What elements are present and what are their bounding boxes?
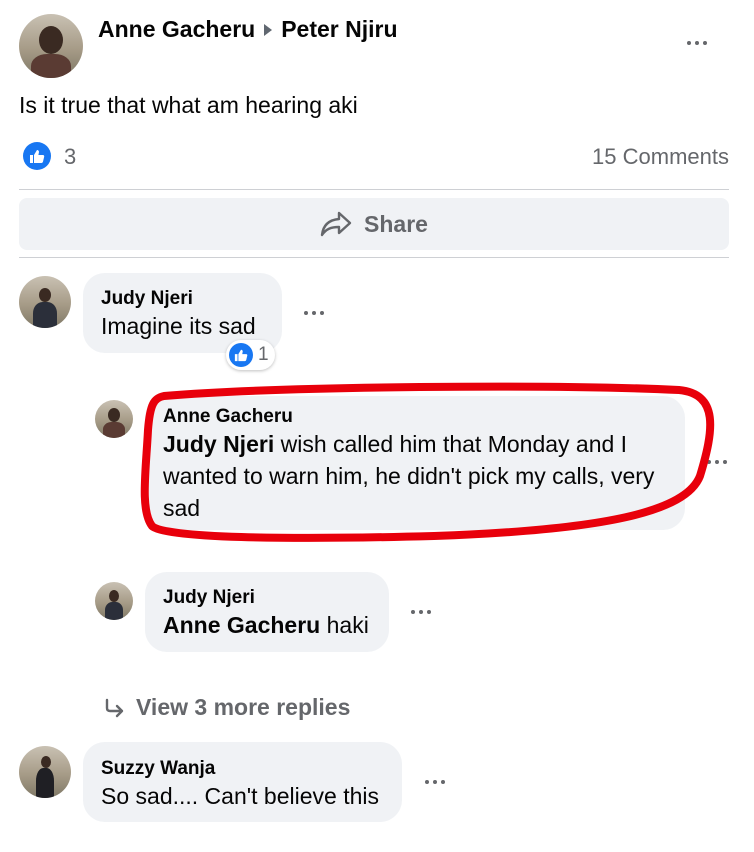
comment-reaction-count: 1	[258, 344, 269, 365]
highlight-circle	[140, 382, 715, 542]
post-more-options-icon[interactable]	[687, 41, 707, 45]
mention-link[interactable]: Anne Gacheru	[163, 612, 320, 638]
comment-author[interactable]: Judy Njeri	[101, 288, 193, 310]
reply-more-options-icon[interactable]	[411, 610, 431, 614]
comment-author[interactable]: Suzzy Wanja	[101, 758, 215, 780]
like-reaction-icon	[229, 343, 253, 367]
reply-body: haki	[320, 612, 369, 638]
post-author-name[interactable]: Anne Gacheru	[98, 16, 255, 43]
like-reaction-icon[interactable]	[23, 142, 51, 170]
share-icon	[320, 211, 352, 237]
view-more-replies-label: View 3 more replies	[136, 694, 351, 720]
post-recipient-name[interactable]: Peter Njiru	[281, 16, 397, 43]
reply-text: Anne Gacheru haki	[163, 609, 369, 641]
post-header: Anne Gacheru Peter Njiru	[98, 16, 398, 43]
share-button[interactable]: Share	[19, 198, 729, 250]
share-label: Share	[364, 210, 428, 237]
comment-avatar[interactable]	[19, 746, 71, 798]
comment-text: So sad.... Can't believe this	[101, 783, 379, 809]
like-count[interactable]: 3	[64, 144, 76, 170]
reply-avatar[interactable]	[95, 582, 133, 620]
caret-right-icon	[264, 23, 273, 36]
comment-avatar[interactable]	[19, 276, 71, 328]
divider	[19, 189, 729, 190]
comment-more-options-icon[interactable]	[425, 780, 445, 784]
divider	[19, 257, 729, 258]
view-more-replies-link[interactable]: View 3 more replies	[104, 694, 350, 721]
reply-avatar[interactable]	[95, 400, 133, 438]
comment-text: Imagine its sad	[101, 313, 256, 339]
reply-arrow-icon	[105, 698, 124, 717]
comment-more-options-icon[interactable]	[304, 311, 324, 315]
comments-count[interactable]: 15 Comments	[592, 144, 729, 170]
post-text: Is it true that what am hearing aki	[19, 92, 358, 118]
comment-reaction-badge[interactable]: 1	[226, 340, 275, 370]
reply-author[interactable]: Judy Njeri	[163, 587, 255, 609]
post-author-avatar[interactable]	[19, 14, 83, 78]
